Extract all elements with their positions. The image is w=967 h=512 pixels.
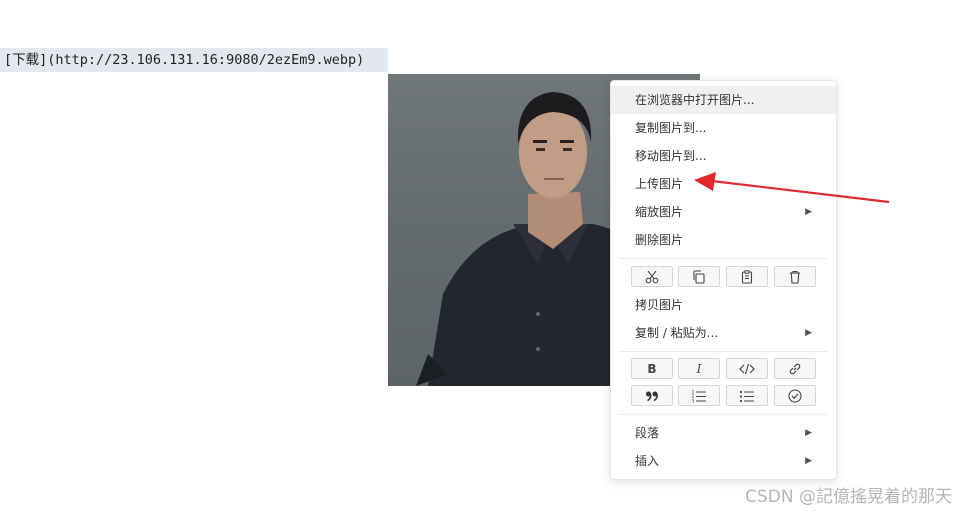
watermark: CSDN @記億搖晃着的那天 xyxy=(745,487,952,507)
annotation-arrow xyxy=(694,172,890,204)
